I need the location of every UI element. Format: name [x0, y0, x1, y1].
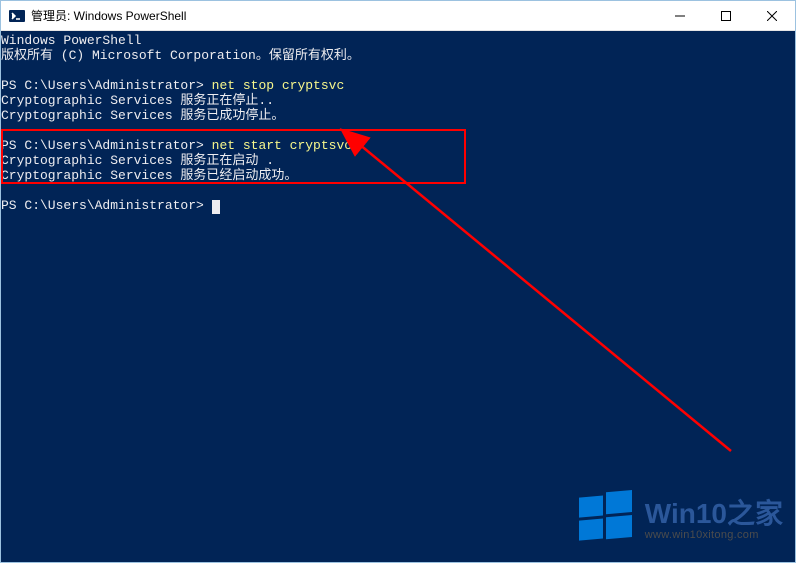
terminal-output: Cryptographic Services 服务正在停止.. [1, 93, 795, 108]
terminal-prompt-line: PS C:\Users\Administrator> net start cry… [1, 138, 795, 153]
terminal-prompt-line: PS C:\Users\Administrator> net stop cryp… [1, 78, 795, 93]
terminal-output: Windows PowerShell [1, 33, 795, 48]
minimize-button[interactable] [657, 1, 703, 30]
window-title: 管理员: Windows PowerShell [31, 7, 657, 24]
terminal-blank [1, 123, 795, 138]
powershell-icon [9, 8, 25, 24]
terminal-area[interactable]: Windows PowerShell 版权所有 (C) Microsoft Co… [1, 31, 795, 562]
terminal-blank [1, 63, 795, 78]
powershell-window: 管理员: Windows PowerShell Windows PowerShe… [0, 0, 796, 563]
close-button[interactable] [749, 1, 795, 30]
titlebar-controls [657, 1, 795, 30]
titlebar[interactable]: 管理员: Windows PowerShell [1, 1, 795, 31]
terminal-blank [1, 183, 795, 198]
terminal-output: 版权所有 (C) Microsoft Corporation。保留所有权利。 [1, 48, 795, 63]
terminal-output: Cryptographic Services 服务已经启动成功。 [1, 168, 795, 183]
maximize-button[interactable] [703, 1, 749, 30]
terminal-output: Cryptographic Services 服务正在启动 . [1, 153, 795, 168]
cursor [212, 200, 220, 214]
terminal-prompt-current: PS C:\Users\Administrator> [1, 198, 795, 213]
terminal-output: Cryptographic Services 服务已成功停止。 [1, 108, 795, 123]
